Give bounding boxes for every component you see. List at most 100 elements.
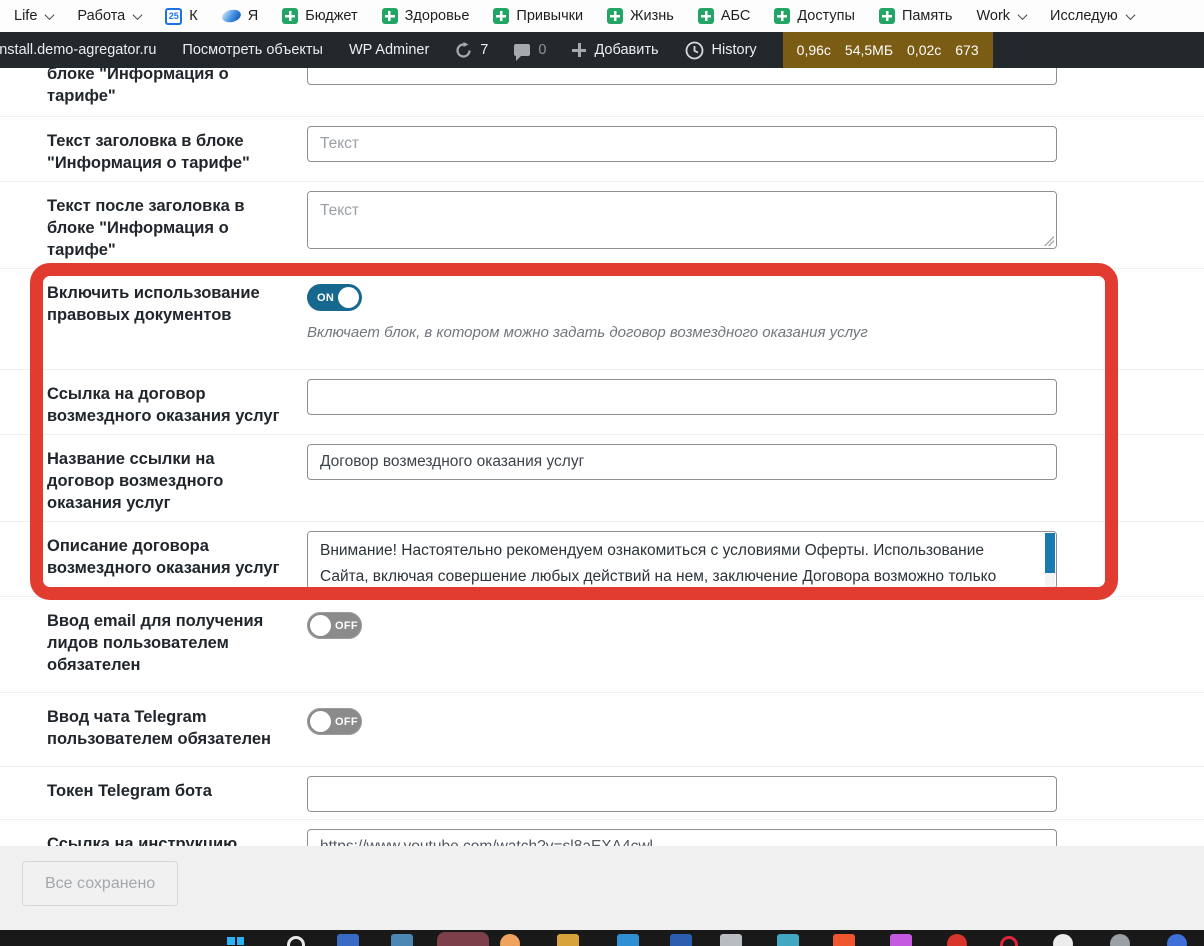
toggle-state-label: OFF bbox=[335, 620, 358, 632]
bookmark-habits[interactable]: Привычки bbox=[493, 8, 583, 24]
windows-logo-icon[interactable] bbox=[227, 937, 244, 946]
contract-description-textarea[interactable]: Внимание! Настоятельно рекомендуем ознак… bbox=[307, 531, 1057, 589]
bookmark-lens-ya[interactable]: Я bbox=[222, 8, 258, 24]
blue-panel-app-icon[interactable] bbox=[337, 934, 359, 946]
form-row-email-required: Ввод email для получения лидов пользоват… bbox=[0, 597, 1204, 693]
folder-app-icon[interactable] bbox=[557, 934, 579, 946]
comment-bubble-icon bbox=[514, 44, 530, 56]
save-button[interactable]: Все сохранено bbox=[22, 861, 178, 906]
field-label: Токен Telegram бота bbox=[47, 774, 307, 812]
bookmark-label: Я bbox=[248, 8, 258, 24]
history-clock-icon bbox=[685, 41, 704, 60]
bookmark-label: К bbox=[189, 8, 197, 24]
admin-bar-site-name[interactable]: install.demo-agregator.ru bbox=[0, 42, 156, 58]
toggle-knob bbox=[310, 711, 331, 732]
form-row-instruction-url: Ссылка на инструкцию bbox=[0, 820, 1204, 846]
instruction-url-input[interactable] bbox=[307, 829, 1057, 846]
admin-bar-comments[interactable]: 0 bbox=[514, 42, 546, 58]
textarea-input[interactable]: Внимание! Настоятельно рекомендуем ознак… bbox=[308, 532, 1056, 588]
lens-icon bbox=[221, 8, 242, 24]
gray-window-app-icon[interactable] bbox=[720, 934, 742, 946]
teal-window-app-icon[interactable] bbox=[777, 934, 799, 946]
qm-db-queries: 673 bbox=[955, 42, 978, 58]
bookmark-life[interactable]: Жизнь bbox=[607, 8, 674, 24]
maroon-active-app-icon[interactable] bbox=[437, 932, 489, 946]
chevron-down-icon bbox=[1125, 10, 1135, 20]
sheet-icon bbox=[774, 8, 790, 24]
admin-bar-wp-adminer[interactable]: WP Adminer bbox=[349, 42, 429, 58]
bookmark-memory[interactable]: Память bbox=[879, 8, 953, 24]
highlighted-section: Включить использование правовых документ… bbox=[0, 269, 1204, 597]
toggle-knob bbox=[310, 615, 331, 636]
field-label: Ввод чата Telegram пользователем обязате… bbox=[47, 700, 307, 750]
qm-memory: 54,5МБ bbox=[845, 42, 893, 58]
resize-handle[interactable] bbox=[1044, 236, 1054, 246]
bookmark-label: Life bbox=[14, 8, 37, 24]
bookmark-health[interactable]: Здоровье bbox=[382, 8, 470, 24]
field-label: Текст заголовка в блоке "Информация о та… bbox=[47, 124, 307, 174]
red-circle-app-icon[interactable] bbox=[947, 934, 967, 946]
qm-db-time: 0,02с bbox=[907, 42, 941, 58]
white-circle-app-icon[interactable] bbox=[1053, 934, 1073, 946]
textarea-scrollbar-track[interactable] bbox=[1045, 573, 1055, 587]
form-row-telegram-bot-token: Токен Telegram бота bbox=[0, 767, 1204, 820]
purple-app-icon[interactable] bbox=[890, 934, 912, 946]
email-required-toggle[interactable]: OFF bbox=[307, 612, 362, 639]
bookmark-folder-life[interactable]: Life bbox=[14, 8, 53, 24]
bookmark-access[interactable]: Доступы bbox=[774, 8, 855, 24]
wp-admin-bar: install.demo-agregator.ru Посмотреть объ… bbox=[0, 32, 1204, 68]
bookmark-abs[interactable]: АБС bbox=[698, 8, 751, 24]
field-label: Ссылка на договор возмездного оказания у… bbox=[47, 377, 307, 427]
qm-page-time: 0,96с bbox=[797, 42, 831, 58]
tariff-info-input[interactable] bbox=[307, 68, 1057, 85]
bookmark-folder-rabota[interactable]: Работа bbox=[77, 8, 141, 24]
sheet-icon bbox=[493, 8, 509, 24]
form-row-tariff-after-heading: Текст после заголовка в блоке "Информаци… bbox=[0, 182, 1204, 269]
telegram-bot-token-input[interactable] bbox=[307, 776, 1057, 812]
gray-circle-app-icon[interactable] bbox=[1110, 934, 1130, 946]
contract-link-name-input[interactable] bbox=[307, 444, 1057, 480]
bookmark-label: АБС bbox=[721, 8, 751, 24]
blue-window-app-icon[interactable] bbox=[617, 934, 639, 946]
bookmark-label: Здоровье bbox=[405, 8, 470, 24]
admin-bar-updates[interactable]: 7 bbox=[455, 42, 488, 59]
sheet-icon bbox=[879, 8, 895, 24]
form-row-tariff-heading: Текст заголовка в блоке "Информация о та… bbox=[0, 117, 1204, 182]
field-label: Название ссылки на договор возмездного о… bbox=[47, 442, 307, 514]
screen: Life Работа 25 К Я Бюджет Здоровье Привы… bbox=[0, 0, 1204, 946]
site-name-label: install.demo-agregator.ru bbox=[0, 42, 156, 58]
tariff-heading-input[interactable] bbox=[307, 126, 1057, 162]
telegram-chat-required-toggle[interactable]: OFF bbox=[307, 708, 362, 735]
taskbar[interactable] bbox=[0, 930, 1204, 946]
admin-bar-history[interactable]: History bbox=[685, 41, 757, 60]
blue-book-app-icon[interactable] bbox=[670, 934, 692, 946]
bookmark-label: Жизнь bbox=[630, 8, 674, 24]
bookmark-label: Work bbox=[976, 8, 1010, 24]
query-monitor-panel[interactable]: 0,96с 54,5МБ 0,02с 673 bbox=[783, 32, 993, 68]
textarea-input[interactable] bbox=[308, 192, 1056, 248]
admin-bar-view-objects[interactable]: Посмотреть объекты bbox=[182, 42, 323, 58]
terminal-app-icon[interactable] bbox=[391, 934, 413, 946]
bookmark-folder-research[interactable]: Исследую bbox=[1050, 8, 1134, 24]
toggle-state-label: ON bbox=[317, 292, 334, 304]
bookmark-budget[interactable]: Бюджет bbox=[282, 8, 357, 24]
toggle-knob bbox=[338, 287, 359, 308]
form-row-enable-legal-docs: Включить использование правовых документ… bbox=[0, 269, 1204, 370]
admin-bar-new[interactable]: Добавить bbox=[572, 42, 658, 58]
bookmark-folder-work[interactable]: Work bbox=[976, 8, 1026, 24]
legal-docs-toggle[interactable]: ON bbox=[307, 284, 362, 311]
dark-ring-app-icon[interactable] bbox=[287, 936, 305, 946]
history-label: History bbox=[712, 42, 757, 58]
field-description: Включает блок, в котором можно задать до… bbox=[307, 323, 1057, 343]
blue-badge-app-icon[interactable] bbox=[1167, 934, 1187, 946]
view-objects-label: Посмотреть объекты bbox=[182, 42, 323, 58]
form-row-contract-description: Описание договора возмездного оказания у… bbox=[0, 522, 1204, 597]
red-ring-app-icon[interactable] bbox=[1000, 936, 1018, 946]
orange-red-app-icon[interactable] bbox=[833, 934, 855, 946]
contract-url-input[interactable] bbox=[307, 379, 1057, 415]
orange-circle-app-icon[interactable] bbox=[500, 934, 520, 946]
tariff-after-heading-textarea[interactable] bbox=[307, 191, 1057, 249]
bookmark-calendar-k[interactable]: 25 К bbox=[165, 8, 197, 25]
chevron-down-icon bbox=[1018, 10, 1028, 20]
textarea-scrollbar-thumb[interactable] bbox=[1045, 533, 1055, 573]
